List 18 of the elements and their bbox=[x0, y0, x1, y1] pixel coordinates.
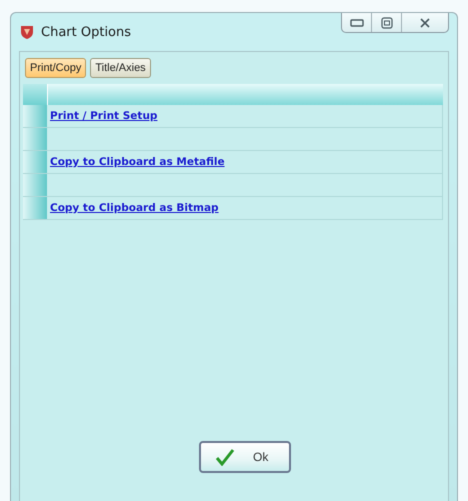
checkmark-icon bbox=[215, 448, 235, 466]
minimize-icon bbox=[350, 18, 364, 26]
row-header[interactable] bbox=[23, 174, 47, 196]
row-header[interactable] bbox=[23, 128, 47, 150]
row-header[interactable] bbox=[23, 151, 47, 173]
row-header[interactable] bbox=[23, 197, 47, 219]
grid-link[interactable]: Copy to Clipboard as Metafile bbox=[50, 156, 225, 168]
row-header[interactable] bbox=[23, 105, 47, 127]
shield-icon bbox=[19, 24, 35, 40]
tab[interactable]: Print/Copy bbox=[25, 58, 86, 78]
close-icon bbox=[420, 18, 430, 28]
maximize-icon bbox=[380, 16, 392, 28]
tab[interactable]: Title/Axies bbox=[90, 58, 151, 78]
grid-link[interactable]: Copy to Clipboard as Bitmap bbox=[50, 202, 219, 214]
grid-link[interactable]: Print / Print Setup bbox=[50, 110, 158, 122]
window-title: Chart Options bbox=[41, 24, 132, 40]
ok-button[interactable]: Ok bbox=[199, 441, 291, 473]
corner-header bbox=[23, 84, 48, 105]
